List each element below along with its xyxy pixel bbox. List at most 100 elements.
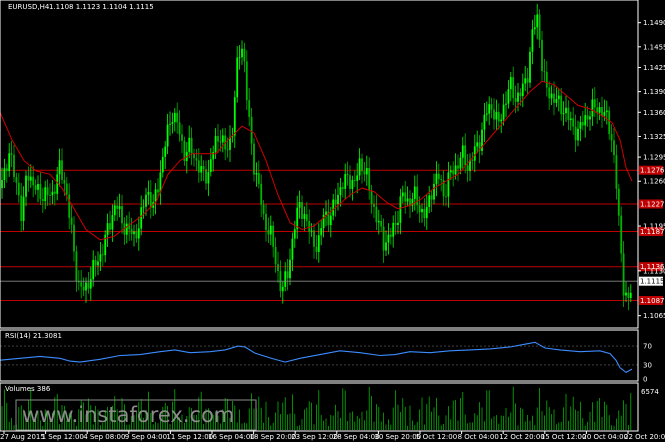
candle-body (164, 146, 167, 157)
x-tick-label: 27 Aug 2015 (0, 433, 45, 441)
candle-body (97, 261, 99, 266)
candle-body (565, 107, 567, 114)
candle-body (457, 165, 459, 169)
candle-body (577, 128, 579, 141)
candle-body (284, 271, 287, 287)
candle-body (524, 78, 527, 84)
candle-body (217, 136, 219, 142)
candle-body (25, 175, 27, 197)
candle-body (188, 137, 191, 152)
candle-body (380, 220, 383, 227)
candle-body (437, 173, 440, 180)
x-tick-label: 30 Sep 20:00 (374, 433, 421, 441)
candle-body (454, 165, 457, 175)
candle-body (305, 214, 308, 222)
candle-body (574, 126, 577, 141)
candle-body (425, 206, 428, 219)
candle-body (545, 72, 548, 88)
candle-body (250, 116, 253, 144)
candle-body (493, 109, 495, 120)
candle-body (135, 231, 138, 239)
candle-body (605, 110, 608, 113)
candle-body (68, 194, 71, 218)
candle-body (397, 222, 399, 225)
candle-body (382, 226, 385, 251)
candle-body (325, 211, 327, 215)
candle-body (308, 221, 311, 232)
candle-body (27, 175, 30, 181)
candle-body (320, 228, 323, 236)
candle-body (253, 143, 255, 175)
candle-body (349, 175, 351, 189)
candle-body (373, 204, 375, 207)
candle-body (596, 107, 599, 113)
candle-body (488, 104, 491, 114)
candle-body (445, 196, 447, 198)
candle-body (313, 230, 315, 247)
candle-body (53, 191, 56, 194)
candle-body (116, 205, 119, 209)
candle-body (368, 167, 371, 191)
candle-body (500, 119, 503, 122)
candle-body (332, 199, 335, 216)
candle-body (209, 159, 212, 173)
candle-body (41, 199, 44, 202)
candle-body (610, 134, 613, 141)
candle-body (85, 282, 87, 291)
candle-body (401, 192, 404, 197)
candle-body (176, 112, 179, 123)
candle-body (269, 225, 272, 235)
candle-body (99, 254, 102, 262)
candle-body (303, 214, 306, 219)
candle-body (548, 87, 551, 99)
candle-body (375, 206, 378, 223)
candle-body (125, 223, 128, 235)
candle-body (44, 187, 47, 202)
candle-body (1, 180, 3, 189)
candle-body (13, 154, 15, 178)
symbol-label: EURUSD,H4 (8, 3, 50, 11)
y-tick-label: 1.1390 (643, 88, 665, 96)
candle-body (471, 160, 474, 161)
candle-body (579, 122, 582, 129)
candle-body (113, 205, 116, 216)
candle-body (473, 146, 476, 161)
candle-body (608, 110, 611, 135)
candle-body (512, 77, 515, 99)
candle-body (293, 229, 296, 239)
candle-body (166, 124, 169, 147)
rsi-header: RSI(14) 21.3081 (5, 332, 62, 340)
x-tick-label: 11 Sep 12:00 (166, 433, 213, 441)
candle-body (221, 135, 224, 143)
candle-body (80, 282, 83, 287)
candle-body (394, 222, 397, 225)
candle-body (195, 158, 198, 161)
candle-body (557, 95, 560, 100)
candle-body (562, 113, 565, 115)
candle-body (241, 48, 243, 58)
candle-body (301, 202, 303, 219)
candle-body (464, 145, 467, 166)
candle-body (377, 220, 380, 223)
candle-body (289, 259, 291, 279)
candle-body (202, 166, 205, 170)
candle-body (226, 149, 229, 151)
level-label: 1.1227 (640, 200, 665, 208)
candle-body (190, 137, 193, 154)
candle-body (82, 286, 85, 291)
candle-body (142, 206, 145, 208)
candle-body (584, 115, 587, 126)
candle-body (277, 264, 279, 272)
candle-body (205, 169, 207, 184)
candle-body (70, 217, 73, 225)
candle-body (207, 172, 210, 184)
candle-body (243, 48, 246, 62)
candle-body (73, 224, 75, 252)
candle-body (461, 145, 464, 158)
candle-body (169, 123, 171, 125)
x-tick-label: 28 Sep 04:00 (333, 433, 380, 441)
candle-body (104, 234, 107, 256)
candle-body (387, 234, 390, 243)
candle-body (589, 116, 591, 120)
y-tick-label: 1.1360 (643, 109, 665, 117)
